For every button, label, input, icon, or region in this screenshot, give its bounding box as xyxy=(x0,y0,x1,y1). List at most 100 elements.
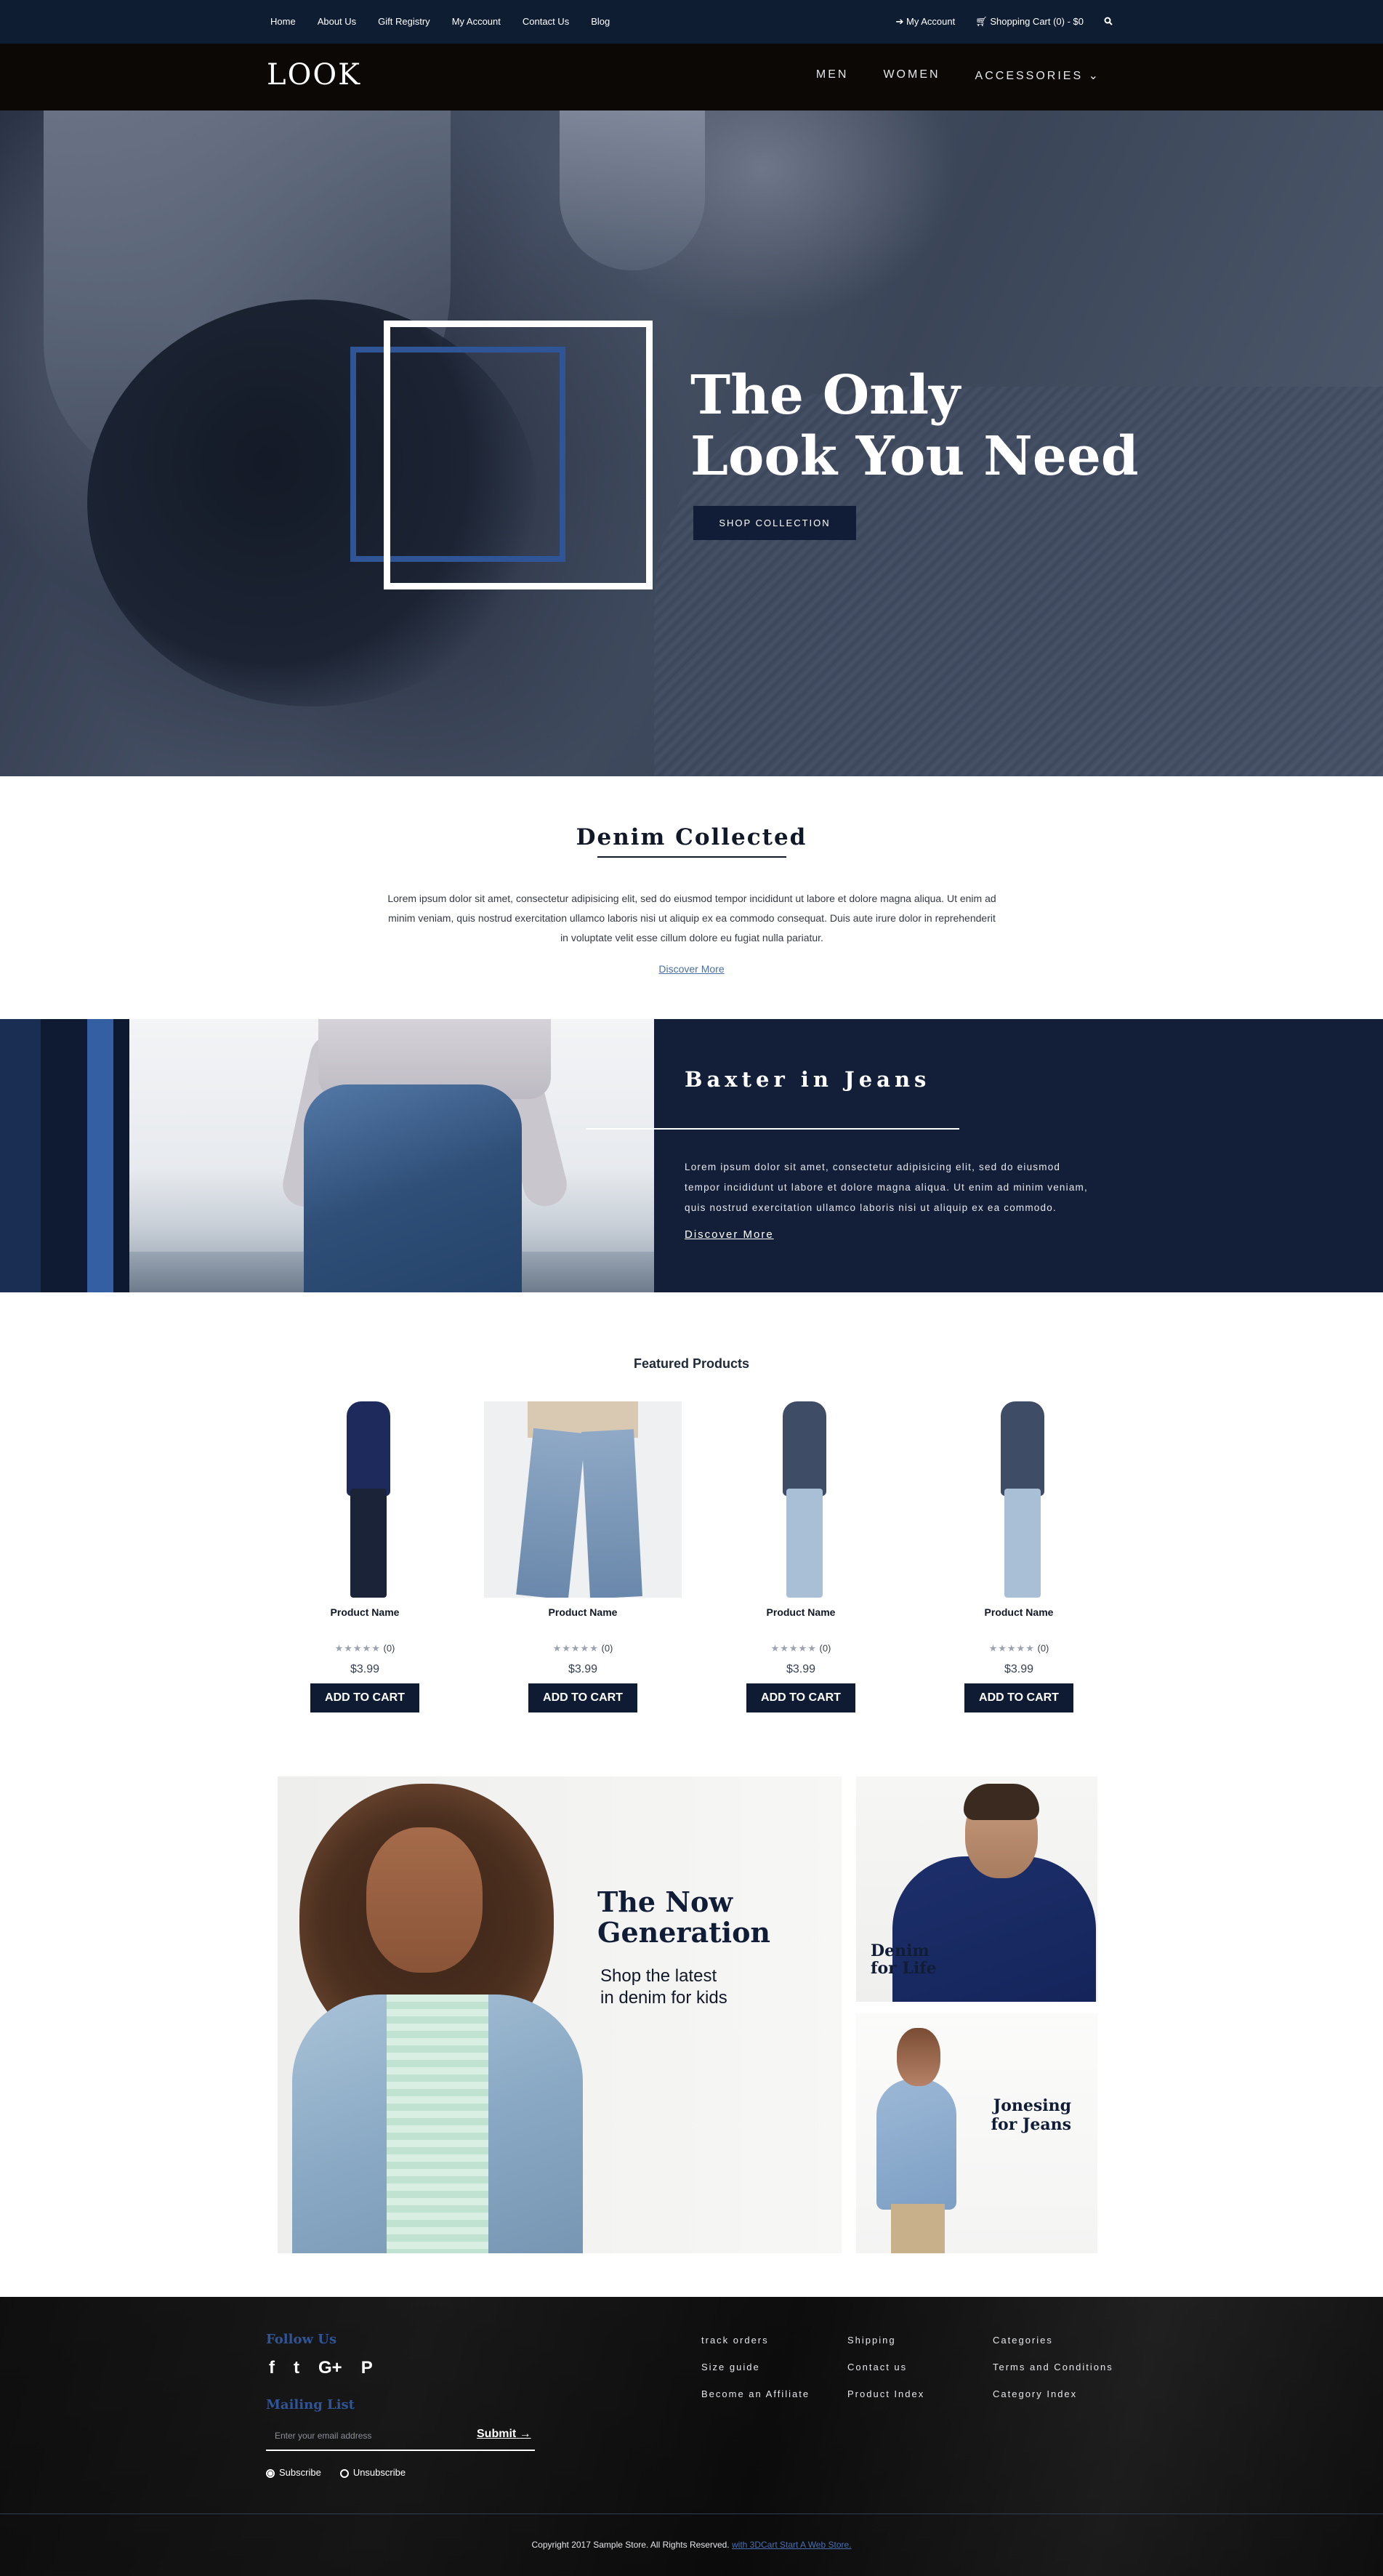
product-card[interactable]: Product Name ★★★★★ (0) $3.99 ADD TO CART xyxy=(920,1401,1118,1712)
promo-jonesing-tile[interactable]: Jonesing for Jeans xyxy=(856,2013,1097,2253)
hero-banner: The Only Look You Need SHOP COLLECTION xyxy=(0,110,1383,776)
product-image[interactable] xyxy=(920,1401,1118,1598)
search-button[interactable] xyxy=(1104,17,1113,28)
decor-stripe xyxy=(41,1019,87,1292)
nav-blog-link[interactable]: Blog xyxy=(591,16,610,27)
nav-home-link[interactable]: Home xyxy=(270,16,296,27)
nav-men[interactable]: MEN xyxy=(816,68,849,83)
my-account-link[interactable]: ➔ My Account xyxy=(896,16,956,28)
promo-jonesing-title: Jonesing for Jeans xyxy=(991,2096,1071,2134)
product-image[interactable] xyxy=(702,1401,900,1598)
product-figure-top xyxy=(1001,1401,1044,1496)
hero-title-line2: Look You Need xyxy=(690,425,1139,488)
product-rating: ★★★★★ (0) xyxy=(920,1643,1118,1654)
review-count: (0) xyxy=(1037,1643,1049,1654)
contact-us-link[interactable]: Contact us xyxy=(847,2362,924,2372)
feature-band-title: Baxter in Jeans xyxy=(685,1067,931,1092)
add-to-cart-button[interactable]: ADD TO CART xyxy=(528,1683,637,1712)
photo-jeans xyxy=(304,1084,522,1292)
promo-kids-title: The Now Generation xyxy=(597,1887,770,1948)
product-card[interactable]: Product Name ★★★★★ (0) $3.99 ADD TO CART xyxy=(484,1401,682,1712)
intro-title: Denim Collected xyxy=(576,824,807,850)
radio-selected-icon xyxy=(266,2468,275,2478)
shipping-link[interactable]: Shipping xyxy=(847,2335,924,2346)
intro-discover-link[interactable]: Discover More xyxy=(0,963,1383,975)
promo-kids-sub-line2: in denim for kids xyxy=(600,1988,727,2008)
facebook-icon[interactable]: f xyxy=(269,2358,275,2378)
product-name[interactable]: Product Name xyxy=(702,1606,900,1618)
product-rating: ★★★★★ (0) xyxy=(702,1643,900,1654)
site-logo[interactable]: LOOK xyxy=(267,58,361,92)
shop-collection-button[interactable]: SHOP COLLECTION xyxy=(693,506,856,540)
promo-kids-title-line1: The Now xyxy=(597,1885,733,1918)
add-to-cart-button[interactable]: ADD TO CART xyxy=(746,1683,855,1712)
affiliate-link[interactable]: Become an Affiliate xyxy=(701,2388,810,2399)
product-card[interactable]: Product Name ★★★★★ (0) $3.99 ADD TO CART xyxy=(266,1401,464,1712)
product-image[interactable] xyxy=(266,1401,464,1598)
product-figure-legs xyxy=(786,1489,823,1598)
site-footer: Follow Us f t G+ P Mailing List Enter yo… xyxy=(0,2297,1383,2576)
size-guide-link[interactable]: Size guide xyxy=(701,2362,810,2372)
subscribe-radio[interactable]: Subscribe xyxy=(266,2467,321,2478)
product-rating: ★★★★★ (0) xyxy=(484,1643,682,1654)
nav-accessories[interactable]: ACCESSORIES ⌄ xyxy=(975,68,1100,83)
add-to-cart-button[interactable]: ADD TO CART xyxy=(964,1683,1073,1712)
google-plus-icon[interactable]: G+ xyxy=(318,2358,342,2378)
add-to-cart-button[interactable]: ADD TO CART xyxy=(310,1683,419,1712)
social-links: f t G+ P xyxy=(269,2358,373,2378)
main-nav: MEN WOMEN ACCESSORIES ⌄ xyxy=(816,68,1100,83)
shopping-cart-link[interactable]: 🛒︎ Shopping Cart (0) - $0 xyxy=(975,16,1084,28)
unsubscribe-radio[interactable]: Unsubscribe xyxy=(339,2467,406,2478)
feature-band-divider xyxy=(586,1128,959,1130)
submit-button[interactable]: Submit → xyxy=(477,2428,531,2441)
subscribe-options: Subscribe Unsubscribe xyxy=(266,2467,406,2478)
follow-us-heading: Follow Us xyxy=(266,2332,337,2347)
promo-kids-tile[interactable]: The Now Generation Shop the latest in de… xyxy=(278,1776,842,2253)
promo-denim-title: Denim for Life xyxy=(871,1942,937,1977)
nav-about-link[interactable]: About Us xyxy=(318,16,356,27)
promo-photo-shirt xyxy=(387,1995,488,2253)
terms-link[interactable]: Terms and Conditions xyxy=(993,2362,1113,2372)
hero-frame-white xyxy=(384,321,653,589)
footer-links-col2: Shipping Contact us Product Index xyxy=(847,2335,924,2399)
promo-photo-hair xyxy=(964,1784,1039,1820)
arrow-right-icon: → xyxy=(519,2428,531,2440)
nav-women[interactable]: WOMEN xyxy=(883,68,940,83)
categories-link[interactable]: Categories xyxy=(993,2335,1113,2346)
hero-photo-ear xyxy=(560,110,705,270)
product-name[interactable]: Product Name xyxy=(266,1606,464,1618)
product-rating: ★★★★★ (0) xyxy=(266,1643,464,1654)
product-index-link[interactable]: Product Index xyxy=(847,2388,924,2399)
pinterest-icon[interactable]: P xyxy=(361,2358,373,2378)
featured-products: Featured Products Product Name ★★★★★ (0)… xyxy=(0,1292,1383,1776)
submit-label: Submit xyxy=(477,2428,517,2440)
feature-band-discover-link[interactable]: Discover More xyxy=(685,1228,774,1241)
category-index-link[interactable]: Category Index xyxy=(993,2388,1113,2399)
track-orders-link[interactable]: track orders xyxy=(701,2335,810,2346)
unsubscribe-label: Unsubscribe xyxy=(352,2467,406,2478)
subscribe-label: Subscribe xyxy=(279,2467,321,2478)
product-name[interactable]: Product Name xyxy=(484,1606,682,1618)
product-name[interactable]: Product Name xyxy=(920,1606,1118,1618)
product-image[interactable] xyxy=(484,1401,682,1598)
promo-denim-for-life-tile[interactable]: Denim for Life xyxy=(856,1776,1097,2002)
product-card[interactable]: Product Name ★★★★★ (0) $3.99 ADD TO CART xyxy=(702,1401,900,1712)
review-count: (0) xyxy=(819,1643,831,1654)
promo-denim-line1: Denim xyxy=(871,1941,930,1960)
copyright-text: Copyright 2017 Sample Store. All Rights … xyxy=(531,2540,730,2550)
twitter-icon[interactable]: t xyxy=(294,2358,299,2378)
copyright-link[interactable]: with 3DCart Start A Web Store. xyxy=(732,2540,852,2550)
nav-contact-link[interactable]: Contact Us xyxy=(523,16,569,27)
promo-kids-title-line2: Generation xyxy=(597,1916,771,1949)
product-figure-legs xyxy=(581,1429,642,1598)
nav-my-account-link[interactable]: My Account xyxy=(452,16,501,27)
radio-icon xyxy=(339,2468,349,2478)
nav-accessories-label: ACCESSORIES xyxy=(975,70,1084,82)
hero-title: The Only Look You Need xyxy=(690,365,1139,487)
nav-gift-registry-link[interactable]: Gift Registry xyxy=(378,16,430,27)
intro-body: Lorem ipsum dolor sit amet, consectetur … xyxy=(387,893,996,943)
product-price: $3.99 xyxy=(350,1663,380,1675)
search-icon xyxy=(1104,17,1113,25)
star-rating-icon: ★★★★★ xyxy=(552,1643,599,1654)
promo-photo-pants xyxy=(891,2204,945,2253)
